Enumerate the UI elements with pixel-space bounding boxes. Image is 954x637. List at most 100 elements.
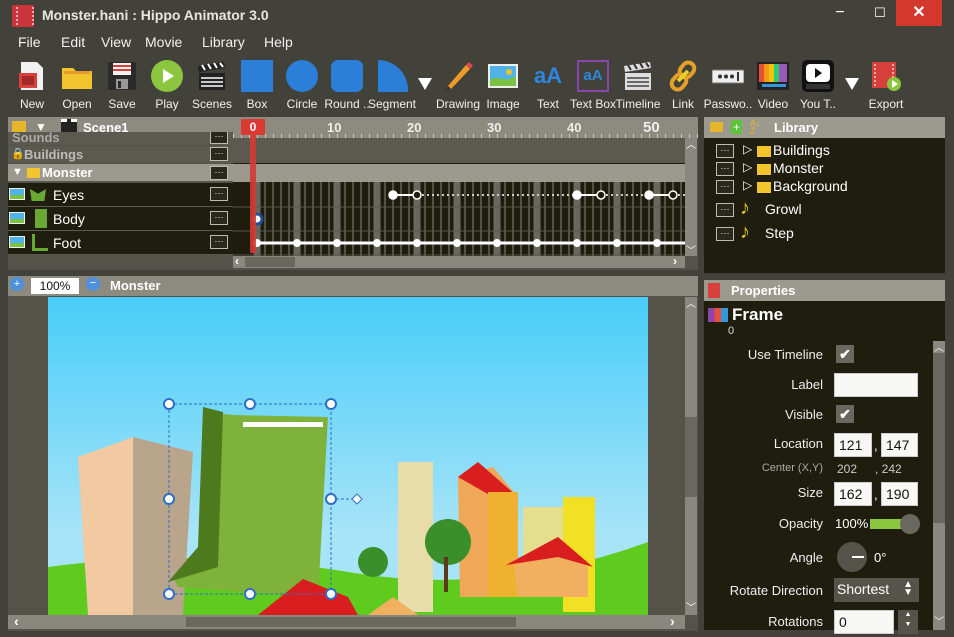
chain-link-icon bbox=[667, 60, 699, 92]
timeline-hscroll[interactable]: ‹ › bbox=[233, 254, 685, 268]
use-timeline-checkbox[interactable]: ✔ bbox=[836, 345, 854, 363]
add-item-icon[interactable]: + bbox=[731, 120, 742, 134]
keyframe-foot bbox=[333, 239, 341, 247]
opacity-slider-thumb[interactable] bbox=[900, 514, 920, 534]
hscroll-thumb[interactable] bbox=[245, 257, 295, 267]
scroll-right-arrow[interactable]: › bbox=[670, 613, 675, 629]
layer-options-button[interactable]: ··· bbox=[210, 166, 228, 180]
rotations-input[interactable] bbox=[834, 610, 894, 634]
layer-row-eyes[interactable]: Eyes ··· bbox=[8, 183, 233, 207]
square-icon bbox=[241, 60, 273, 92]
scroll-down-arrow[interactable]: ﹀ bbox=[934, 613, 944, 628]
layer-row-monster[interactable]: ▼ Monster ··· bbox=[8, 164, 233, 182]
scroll-left-arrow[interactable]: ‹ bbox=[235, 254, 239, 268]
layer-options-button[interactable]: ··· bbox=[210, 132, 228, 144]
keyframe-eyes bbox=[388, 190, 398, 200]
timeline-clapper-icon bbox=[622, 60, 654, 92]
resize-handle-ne bbox=[325, 398, 337, 410]
new-folder-icon[interactable] bbox=[710, 122, 723, 132]
export-button[interactable]: Export bbox=[861, 56, 911, 114]
menu-library[interactable]: Library bbox=[202, 34, 245, 50]
rotate-direction-select[interactable]: Shortest ▲ ▼ bbox=[834, 578, 919, 602]
layer-options-button[interactable]: ··· bbox=[210, 187, 228, 201]
expand-triangle-icon[interactable]: ▷ bbox=[743, 160, 752, 174]
close-button[interactable]: ✕ bbox=[896, 0, 942, 26]
menu-view[interactable]: View bbox=[101, 34, 131, 50]
hscroll-thumb[interactable] bbox=[186, 617, 516, 627]
menu-movie[interactable]: Movie bbox=[145, 34, 182, 50]
size-width-input[interactable] bbox=[834, 482, 872, 506]
timeline-panel: ▼ Scene1 10 20 30 40 50 Sounds ··· 🔒 Bui… bbox=[8, 117, 698, 270]
selection-box bbox=[168, 403, 332, 595]
rotation-handle bbox=[351, 493, 363, 505]
video-icon bbox=[757, 60, 789, 92]
layer-options-button[interactable]: ··· bbox=[210, 235, 228, 249]
timeline-vscroll[interactable]: ︿ ﹀ bbox=[685, 136, 697, 257]
layer-options-button[interactable]: ··· bbox=[210, 147, 228, 161]
selection-overlay[interactable] bbox=[48, 297, 648, 615]
keyframe-foot bbox=[413, 239, 421, 247]
scroll-down-arrow[interactable]: ﹀ bbox=[686, 599, 696, 614]
use-timeline-label: Use Timeline bbox=[747, 347, 823, 362]
expand-triangle-icon[interactable]: ▷ bbox=[743, 178, 752, 192]
timeline-frames-grid[interactable] bbox=[233, 138, 685, 256]
opacity-slider[interactable] bbox=[870, 514, 920, 534]
item-options-button[interactable]: ··· bbox=[716, 180, 734, 194]
item-options-button[interactable]: ··· bbox=[716, 162, 734, 176]
add-layer-icon[interactable] bbox=[12, 121, 26, 132]
layer-row-buildings[interactable]: 🔒 Buildings ··· bbox=[8, 146, 233, 163]
zoom-level-field[interactable]: 100% bbox=[31, 278, 79, 294]
expand-arrow-icon[interactable]: ▼ bbox=[12, 166, 23, 178]
label-input[interactable] bbox=[834, 373, 918, 397]
center-y-value: , 242 bbox=[875, 462, 902, 476]
size-height-input[interactable] bbox=[881, 482, 918, 506]
segment-button[interactable]: Segment bbox=[367, 56, 417, 114]
expand-triangle-icon[interactable]: ▷ bbox=[743, 142, 752, 156]
scroll-up-arrow[interactable]: ︿ bbox=[686, 295, 696, 310]
object-type-title: Frame bbox=[732, 305, 784, 324]
layer-row-body[interactable]: Body ··· bbox=[8, 207, 233, 231]
location-y-input[interactable] bbox=[881, 433, 918, 457]
stage-hscroll[interactable]: ‹ › bbox=[8, 613, 685, 629]
menu-edit[interactable]: Edit bbox=[61, 34, 85, 50]
menu-file[interactable]: File bbox=[18, 34, 41, 50]
angle-dial[interactable] bbox=[837, 542, 867, 572]
keyframe-foot bbox=[573, 239, 581, 247]
stage-header: + 100% − Monster bbox=[8, 276, 698, 296]
layer-options-button[interactable]: ··· bbox=[210, 211, 228, 225]
visible-checkbox[interactable]: ✔ bbox=[836, 405, 854, 423]
playhead-line[interactable] bbox=[250, 135, 256, 253]
vscroll-thumb[interactable] bbox=[685, 417, 697, 497]
vscroll-thumb[interactable] bbox=[933, 353, 945, 523]
shapes-dropdown-arrow[interactable] bbox=[418, 78, 432, 90]
resize-handle-se bbox=[325, 588, 337, 600]
item-options-button[interactable]: ··· bbox=[716, 144, 734, 158]
media-dropdown-arrow[interactable] bbox=[845, 78, 859, 90]
scroll-down-arrow[interactable]: ﹀ bbox=[686, 242, 696, 257]
zoom-out-icon[interactable]: − bbox=[86, 277, 100, 291]
frame-ruler[interactable]: 10 20 30 40 50 bbox=[233, 117, 698, 138]
item-options-button[interactable]: ··· bbox=[716, 227, 734, 241]
scroll-right-arrow[interactable]: › bbox=[673, 254, 677, 268]
scroll-up-arrow[interactable]: ︿ bbox=[686, 136, 696, 151]
menu-bar: File Edit View Movie Library Help bbox=[0, 30, 954, 54]
item-options-button[interactable]: ··· bbox=[716, 203, 734, 217]
zoom-in-icon[interactable]: + bbox=[10, 277, 24, 291]
scroll-up-arrow[interactable]: ︿ bbox=[934, 339, 944, 354]
folder-icon bbox=[757, 164, 771, 175]
keyframe-canvas[interactable] bbox=[233, 138, 685, 256]
lock-icon[interactable]: 🔒 bbox=[11, 147, 25, 160]
youtube-button[interactable]: You T.. bbox=[793, 56, 843, 114]
scroll-left-arrow[interactable]: ‹ bbox=[14, 613, 19, 629]
stage-vscroll[interactable]: ︿ ﹀ bbox=[685, 297, 697, 615]
menu-help[interactable]: Help bbox=[264, 34, 293, 50]
minimize-button[interactable]: − bbox=[818, 0, 862, 26]
stage-canvas[interactable] bbox=[48, 297, 648, 615]
sort-az-icon[interactable]: A↓ Z bbox=[750, 119, 761, 136]
layer-row-sounds[interactable]: Sounds ··· bbox=[8, 132, 233, 145]
location-x-input[interactable] bbox=[834, 433, 872, 457]
playhead-frame-indicator[interactable]: 0 bbox=[241, 119, 265, 135]
layer-row-foot[interactable]: Foot ··· bbox=[8, 231, 233, 255]
rotations-spinner[interactable]: ▲ ▼ bbox=[898, 610, 918, 634]
properties-vscroll[interactable]: ︿ ﹀ bbox=[933, 341, 945, 630]
